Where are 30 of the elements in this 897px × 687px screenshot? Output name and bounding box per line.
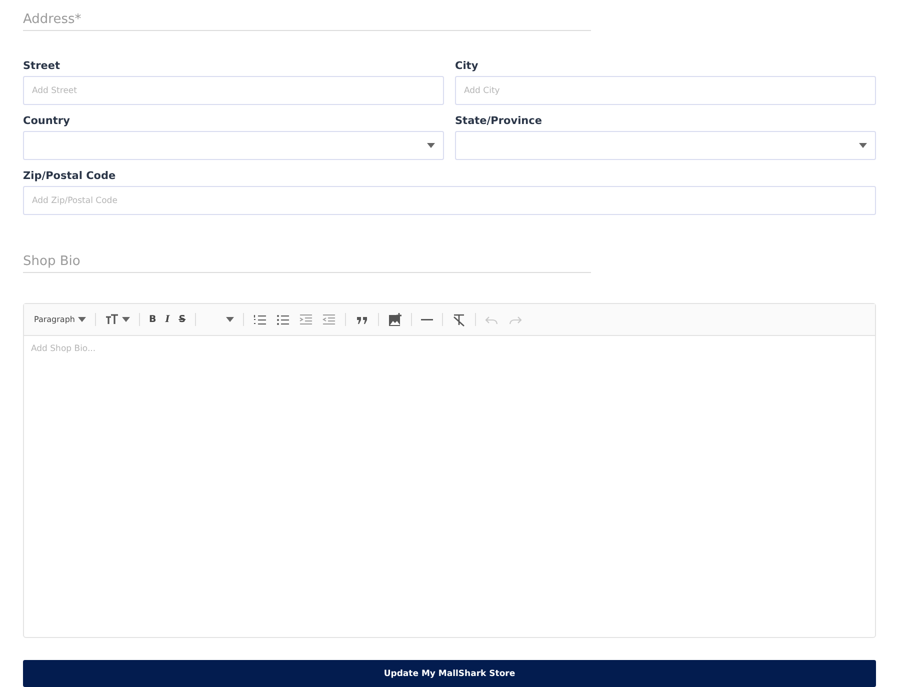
section-title: Address* <box>23 12 591 31</box>
submit-button[interactable]: Update My MallShark Store <box>23 660 876 687</box>
bold-button[interactable]: B <box>146 310 158 330</box>
paragraph-dropdown[interactable]: Paragraph <box>32 310 88 330</box>
caret-icon <box>226 317 234 322</box>
italic-button[interactable]: I <box>163 310 172 330</box>
clear-format-icon <box>452 312 466 326</box>
caret-icon <box>859 143 867 148</box>
select-field[interactable] <box>455 131 876 160</box>
image-icon <box>388 312 402 326</box>
input-field[interactable]: Add Street <box>23 76 444 105</box>
input-field[interactable]: Add City <box>455 76 876 105</box>
field-label: City <box>455 59 480 74</box>
input-field[interactable]: Add Zip/Postal Code <box>23 186 876 215</box>
numbered-list-icon <box>252 312 267 326</box>
section-title: Shop Bio <box>23 254 591 273</box>
horizontal-line-icon <box>420 318 433 320</box>
field-label: Street <box>23 59 62 74</box>
font-size-icon <box>104 312 119 326</box>
field-label: Zip/Postal Code <box>23 169 117 184</box>
indent-icon <box>298 312 313 326</box>
caret-icon <box>78 317 86 322</box>
caret-icon <box>122 317 130 322</box>
bullet-list-icon <box>276 312 290 326</box>
select-field[interactable] <box>23 131 444 160</box>
strikethrough-button[interactable]: S <box>176 310 188 330</box>
field-label: Country <box>23 114 71 129</box>
outdent-icon <box>322 312 336 326</box>
caret-icon <box>427 143 435 148</box>
field-label: State/Province <box>455 114 543 129</box>
